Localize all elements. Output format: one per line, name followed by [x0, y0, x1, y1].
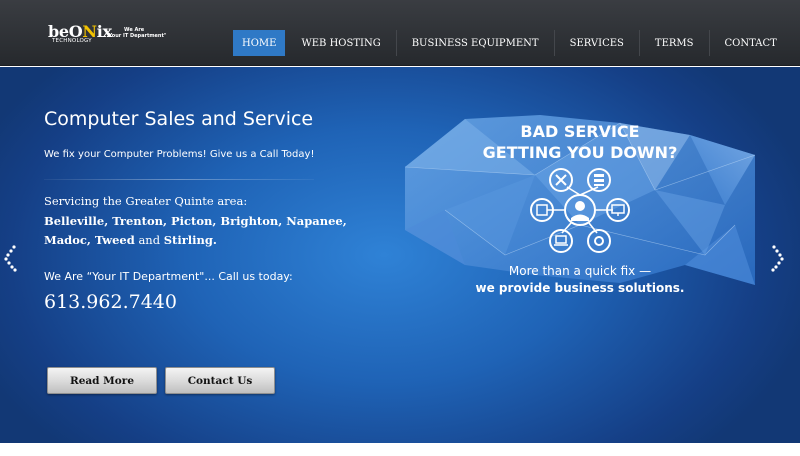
read-more-button[interactable]: Read More [47, 367, 157, 394]
arrow-right-icon[interactable] [771, 243, 785, 273]
logo[interactable]: beONix TECHNOLOGY We Are "Your IT Depart… [46, 20, 176, 50]
arrow-left-icon[interactable] [3, 243, 17, 273]
contact-us-button[interactable]: Contact Us [165, 367, 275, 394]
service-area-towns: Belleville, Trenton, Picton, Brighton, N… [44, 214, 347, 247]
main-nav: HOME WEB HOSTING BUSINESS EQUIPMENT SERV… [233, 30, 792, 56]
slide-headline: BAD SERVICE GETTING YOU DOWN? [482, 122, 678, 162]
call-prompt: We Are “Your IT Department"... Call us t… [44, 270, 293, 283]
nav-business-equipment[interactable]: BUSINESS EQUIPMENT [397, 30, 555, 56]
phone-number[interactable]: 613.962.7440 [44, 291, 177, 313]
nav-home[interactable]: HOME [233, 30, 286, 56]
slide-graphic: BAD SERVICE GETTING YOU DOWN? More than a… [405, 115, 755, 300]
hero-title: Computer Sales and Service [44, 108, 314, 130]
hero-slider: Computer Sales and Service We fix your C… [0, 67, 800, 443]
logo-subtitle: TECHNOLOGY [52, 38, 92, 44]
logo-tagline: We Are "Your IT Department" [106, 27, 167, 39]
service-area-intro: Servicing the Greater Quinte area: [44, 194, 248, 208]
slide-subline-bold: we provide business solutions. [475, 281, 685, 295]
nav-services[interactable]: SERVICES [555, 30, 640, 56]
nav-terms[interactable]: TERMS [640, 30, 710, 56]
site-header: beONix TECHNOLOGY We Are "Your IT Depart… [0, 0, 800, 66]
hero-tagline: We fix your Computer Problems! Give us a… [44, 149, 315, 160]
nav-web-hosting[interactable]: WEB HOSTING [286, 30, 397, 56]
slide-subline: More than a quick fix — [508, 264, 652, 278]
hero-divider [44, 179, 314, 180]
nav-contact[interactable]: CONTACT [710, 30, 792, 56]
